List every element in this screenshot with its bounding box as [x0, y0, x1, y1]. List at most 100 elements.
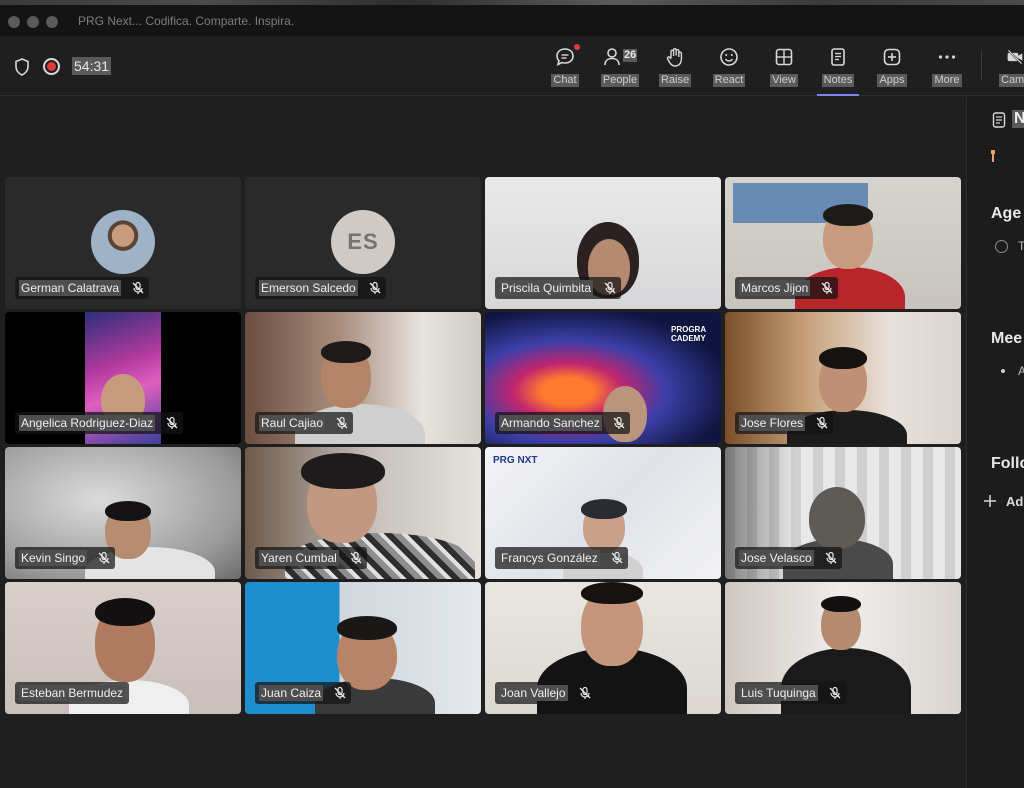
camera-button[interactable]: Came: [992, 44, 1024, 94]
participant-count: 26: [623, 49, 638, 62]
maximize-window-button[interactable]: [46, 16, 58, 28]
mic-muted-icon: [335, 416, 349, 430]
add-follow-up-button[interactable]: Ad: [1006, 494, 1023, 509]
apps-label: Apps: [877, 74, 907, 87]
view-label: View: [770, 74, 798, 87]
mic-muted-icon: [368, 281, 382, 295]
participant-tile-active-speaker[interactable]: Esteban Bermudez: [5, 582, 241, 714]
bullet-dot: [1001, 369, 1005, 373]
window-titlebar: PRG Next... Codifica. Comparte. Inspira.: [0, 5, 1024, 36]
follow-up-heading: Follo: [991, 455, 1024, 472]
participant-name: German Calatrava: [19, 280, 122, 296]
participant-tile[interactable]: Yaren Cumbal: [245, 447, 481, 579]
agenda-checkbox[interactable]: [995, 240, 1008, 253]
participant-name: Marcos Jijon: [739, 280, 811, 296]
participant-tile[interactable]: PROGRA CADEMY Armando Sanchez: [485, 312, 721, 444]
participant-tile[interactable]: Jose Flores: [725, 312, 961, 444]
chat-icon: [540, 44, 590, 70]
video-grid: German Calatrava ES Emerson Salcedo Pris…: [4, 176, 962, 714]
name-tag: Juan Caiza: [255, 682, 352, 704]
brand-logo: PRG NXT: [493, 455, 538, 466]
minimize-window-button[interactable]: [27, 16, 39, 28]
name-tag: Jose Velasco: [735, 547, 842, 569]
mic-muted-icon: [610, 551, 624, 565]
participant-tile[interactable]: Luis Tuquinga: [725, 582, 961, 714]
recording-icon: [43, 58, 60, 75]
participant-name: Jose Velasco: [739, 550, 814, 566]
raise-label: Raise: [658, 74, 692, 87]
apps-button[interactable]: Apps: [867, 44, 917, 94]
name-tag: Joan Vallejo: [495, 682, 596, 704]
meeting-toolbar: 54:31 Chat 26 People Raise React View No…: [0, 36, 1024, 96]
window-title: PRG Next... Codifica. Comparte. Inspira.: [78, 14, 295, 28]
mic-muted-icon: [165, 416, 179, 430]
notes-panel-icon: [992, 112, 1006, 133]
name-tag: Angelica Rodriguez-Diaz: [15, 412, 184, 434]
participant-tile[interactable]: PRG NXT Francys González: [485, 447, 721, 579]
name-tag: German Calatrava: [15, 277, 150, 299]
react-button[interactable]: React: [704, 44, 754, 94]
hand-icon: [650, 44, 700, 70]
notes-label: Notes: [821, 74, 855, 87]
close-window-button[interactable]: [8, 16, 20, 28]
people-button[interactable]: 26 People: [595, 44, 645, 94]
people-label: People: [600, 74, 640, 87]
participant-tile[interactable]: Priscila Quimbita: [485, 177, 721, 309]
name-tag: Priscila Quimbita: [495, 277, 622, 299]
notes-panel-title: N: [1012, 110, 1024, 128]
participant-name: Joan Vallejo: [499, 685, 568, 701]
participant-tile[interactable]: German Calatrava: [5, 177, 241, 309]
participant-name: Jose Flores: [739, 415, 806, 431]
camera-label: Came: [999, 74, 1024, 87]
mic-muted-icon: [349, 551, 363, 565]
participant-tile[interactable]: Juan Caiza: [245, 582, 481, 714]
plus-icon[interactable]: [983, 494, 997, 513]
participant-name: Raul Cajiao: [259, 415, 326, 431]
people-icon: 26: [595, 44, 645, 70]
shield-icon[interactable]: [14, 58, 30, 81]
more-label: More: [932, 74, 962, 87]
name-tag: Armando Sanchez: [495, 412, 630, 434]
participant-name: Angelica Rodriguez-Diaz: [19, 415, 156, 431]
agenda-item[interactable]: T: [1018, 239, 1024, 253]
mic-muted-icon: [97, 551, 111, 565]
name-tag: Yaren Cumbal: [255, 547, 367, 569]
chat-button[interactable]: Chat: [540, 44, 590, 94]
notes-side-panel: N Age T Mee A Follo Ad: [966, 97, 1024, 788]
participant-tile[interactable]: Jose Velasco: [725, 447, 961, 579]
participant-name: Emerson Salcedo: [259, 280, 358, 296]
participant-name: Armando Sanchez: [499, 415, 602, 431]
participant-tile[interactable]: Raul Cajiao: [245, 312, 481, 444]
mic-muted-icon: [131, 281, 145, 295]
ellipsis-icon: [922, 44, 972, 70]
participant-name: Francys González: [499, 550, 600, 566]
react-label: React: [712, 74, 746, 87]
camera-off-icon: [992, 44, 1024, 70]
more-button[interactable]: More: [922, 44, 972, 94]
notes-button[interactable]: Notes: [813, 44, 863, 96]
plus-square-icon: [867, 44, 917, 70]
participant-tile[interactable]: Marcos Jijon: [725, 177, 961, 309]
name-tag: Luis Tuquinga: [735, 682, 846, 704]
name-tag: Emerson Salcedo: [255, 277, 386, 299]
cursor-marker-icon: [990, 149, 995, 162]
toolbar-divider: [981, 50, 982, 80]
smiley-icon: [704, 44, 754, 70]
participant-tile[interactable]: Angelica Rodriguez-Diaz: [5, 312, 241, 444]
participant-name: Yaren Cumbal: [259, 550, 339, 566]
mic-muted-icon: [333, 686, 347, 700]
view-button[interactable]: View: [759, 44, 809, 94]
participant-tile[interactable]: Kevin Singo: [5, 447, 241, 579]
mic-muted-icon: [603, 281, 617, 295]
raise-hand-button[interactable]: Raise: [650, 44, 700, 94]
participant-name: Luis Tuquinga: [739, 685, 818, 701]
meeting-timer: 54:31: [72, 57, 112, 75]
mic-muted-icon: [815, 416, 829, 430]
participant-tile[interactable]: ES Emerson Salcedo: [245, 177, 481, 309]
meeting-note-item[interactable]: A: [1018, 364, 1024, 378]
name-tag: Esteban Bermudez: [15, 682, 130, 704]
mic-muted-icon: [578, 686, 592, 700]
participant-name: Esteban Bermudez: [19, 685, 126, 701]
notes-icon: [813, 44, 863, 70]
participant-tile[interactable]: Joan Vallejo: [485, 582, 721, 714]
